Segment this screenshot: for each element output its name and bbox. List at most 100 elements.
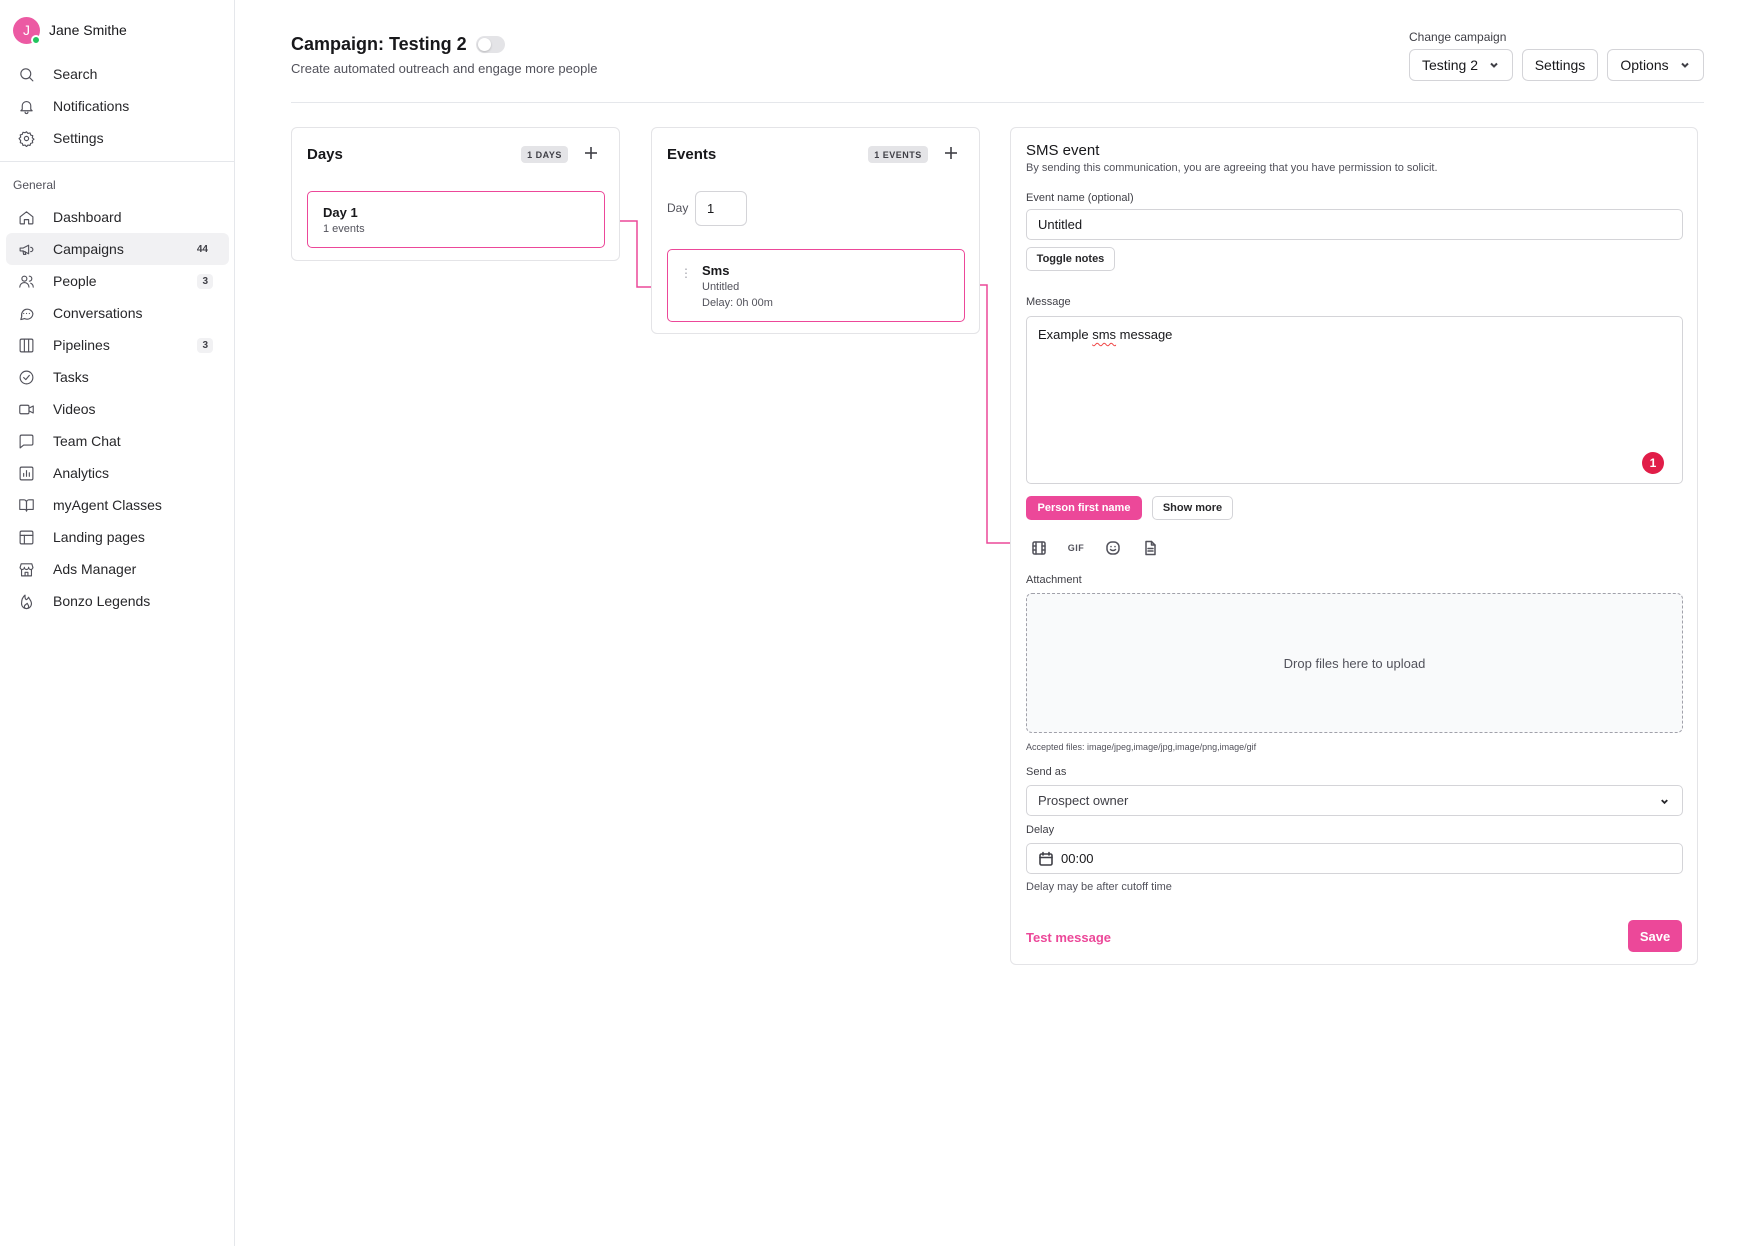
sidebar-item-label: People	[53, 273, 97, 289]
sidebar-item-people[interactable]: People 3	[6, 265, 229, 297]
sidebar-item-pipelines[interactable]: Pipelines 3	[6, 329, 229, 361]
emoji-button[interactable]	[1100, 537, 1126, 559]
bell-icon	[20, 100, 33, 114]
emoji-icon	[1106, 541, 1120, 555]
day-number-input[interactable]: 1	[695, 191, 747, 226]
settings-button[interactable]: Settings	[1522, 49, 1598, 81]
days-count-badge: 1 DAYS	[521, 146, 568, 163]
sidebar-item-videos[interactable]: Videos	[6, 393, 229, 425]
sidebar-item-label: Analytics	[53, 465, 110, 481]
day-item-events-count: 1 events	[323, 223, 365, 235]
add-day-button[interactable]	[582, 144, 600, 162]
save-button[interactable]: Save	[1628, 920, 1682, 952]
grammar-issue-badge[interactable]: 1	[1642, 452, 1664, 474]
dropzone-text: Drop files here to upload	[1283, 655, 1426, 671]
delay-hint: Delay may be after cutoff time	[1026, 881, 1172, 893]
message-label: Message	[1026, 296, 1071, 308]
plus-icon	[585, 147, 597, 159]
person-first-name-button[interactable]: Person first name	[1026, 496, 1142, 520]
sidebar-item-bonzo-legends[interactable]: Bonzo Legends	[6, 585, 229, 617]
sidebar-item-label: Videos	[53, 401, 96, 417]
template-button[interactable]	[1137, 537, 1163, 559]
user-profile[interactable]: J Jane Smithe	[13, 16, 127, 45]
sidebar: J Jane Smithe Search Notifications Setti…	[0, 0, 235, 1246]
show-more-button[interactable]: Show more	[1152, 496, 1233, 520]
message-text-misspelled: sms	[1092, 327, 1117, 342]
media-button[interactable]	[1026, 537, 1052, 559]
section-title-general: General	[13, 178, 56, 192]
send-as-label: Send as	[1026, 766, 1067, 778]
day-item[interactable]: Day 1 1 events	[307, 191, 605, 248]
campaign-select[interactable]: Testing 2	[1409, 49, 1513, 81]
nav-item-label: Notifications	[53, 98, 130, 114]
gif-button[interactable]: GIF	[1063, 537, 1089, 559]
sidebar-item-label: Conversations	[53, 305, 143, 321]
attachment-dropzone[interactable]: Drop files here to upload	[1026, 593, 1683, 733]
plus-icon	[945, 147, 957, 159]
columns-icon	[19, 338, 34, 352]
nav-item-label: Settings	[53, 130, 104, 146]
sidebar-item-label: Bonzo Legends	[53, 593, 151, 609]
users-icon	[19, 275, 34, 288]
sidebar-item-conversations[interactable]: Conversations	[6, 297, 229, 329]
drag-handle-icon[interactable]: ⋮	[680, 267, 692, 279]
document-icon	[1145, 540, 1156, 556]
campaign-active-toggle[interactable]	[475, 36, 505, 53]
delay-value: 00:00	[1061, 851, 1094, 866]
film-icon	[1032, 541, 1046, 555]
event-name-input[interactable]: Untitled	[1026, 209, 1683, 240]
toggle-notes-button[interactable]: Toggle notes	[1026, 247, 1115, 271]
sidebar-item-myagent-classes[interactable]: myAgent Classes	[6, 489, 229, 521]
book-icon	[19, 498, 34, 512]
nav-item-settings[interactable]: Settings	[6, 122, 229, 154]
message-text: Example sms message	[1038, 327, 1172, 342]
event-item[interactable]: ⋮ Sms Untitled Delay: 0h 00m	[667, 249, 965, 322]
user-name: Jane Smithe	[49, 22, 127, 38]
test-message-link[interactable]: Test message	[1026, 930, 1111, 945]
sidebar-item-ads-manager[interactable]: Ads Manager	[6, 553, 229, 585]
sidebar-item-count: 44	[196, 244, 208, 255]
message-textarea[interactable]: Example sms message 1	[1026, 316, 1683, 484]
add-event-button[interactable]	[942, 144, 960, 162]
sidebar-item-label: myAgent Classes	[53, 497, 162, 513]
chevron-down-icon	[1490, 62, 1498, 68]
sidebar-item-campaigns[interactable]: Campaigns 44	[6, 233, 229, 265]
options-button[interactable]: Options	[1607, 49, 1704, 81]
sidebar-item-count: 3	[197, 274, 213, 289]
nav-item-notifications[interactable]: Notifications	[6, 90, 229, 122]
send-as-select[interactable]: Prospect owner	[1026, 785, 1683, 816]
days-panel: Days 1 DAYS Day 1 1 events	[291, 127, 620, 261]
sidebar-item-label: Tasks	[53, 369, 89, 385]
sidebar-item-dashboard[interactable]: Dashboard	[6, 201, 229, 233]
nav-main: Dashboard Campaigns 44 People 3 Conversa…	[0, 201, 235, 617]
change-campaign-label: Change campaign	[1409, 30, 1507, 44]
sidebar-item-tasks[interactable]: Tasks	[6, 361, 229, 393]
chevron-down-icon	[1661, 799, 1668, 805]
sidebar-item-team-chat[interactable]: Team Chat	[6, 425, 229, 457]
online-status-dot	[31, 34, 41, 45]
nav-item-search[interactable]: Search	[6, 58, 229, 90]
avatar-initial: J	[23, 22, 30, 38]
message-square-icon	[19, 434, 34, 448]
calendar-icon	[1039, 851, 1053, 866]
nav-item-label: Search	[53, 66, 98, 82]
sidebar-item-label: Ads Manager	[53, 561, 137, 577]
delay-input[interactable]: 00:00	[1026, 843, 1683, 874]
sidebar-item-analytics[interactable]: Analytics	[6, 457, 229, 489]
campaign-select-value: Testing 2	[1421, 57, 1479, 73]
flame-icon	[20, 594, 33, 609]
home-icon	[19, 210, 34, 224]
send-as-value: Prospect owner	[1038, 793, 1129, 808]
sidebar-item-label: Landing pages	[53, 529, 145, 545]
check-circle-icon	[19, 370, 34, 384]
sidebar-item-landing-pages[interactable]: Landing pages	[6, 521, 229, 553]
event-item-type: Sms	[702, 263, 730, 278]
page-header: Campaign: Testing 2	[291, 34, 505, 55]
chat-bubble-icon	[20, 308, 34, 320]
header-divider	[291, 102, 1704, 103]
event-name-label: Event name (optional)	[1026, 192, 1134, 204]
events-title: Events	[667, 146, 717, 163]
settings-button-label: Settings	[1534, 57, 1586, 73]
video-icon	[19, 404, 34, 414]
sidebar-item-label: Dashboard	[53, 209, 122, 225]
